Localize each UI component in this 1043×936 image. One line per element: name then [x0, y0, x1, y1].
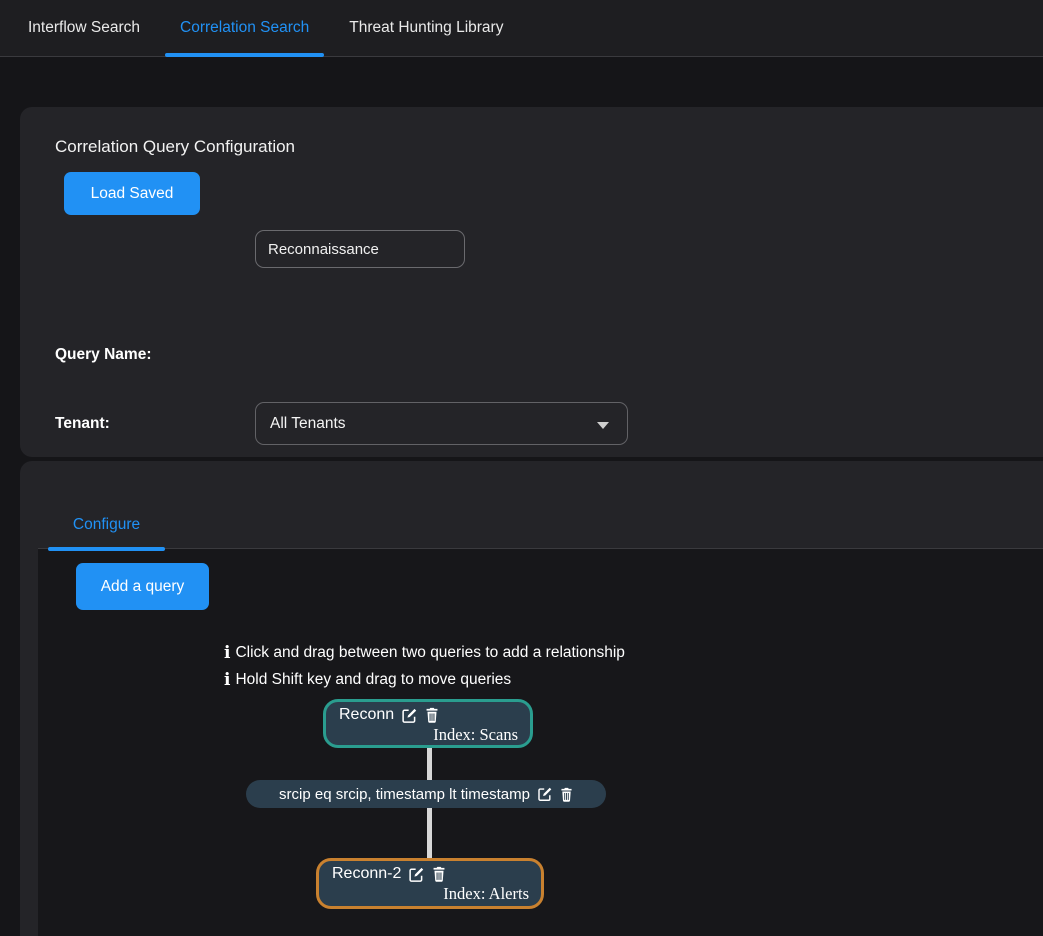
configure-panel: Configure Add a query i Click and drag b…	[20, 461, 1043, 936]
info-icon: i	[224, 672, 230, 689]
hint-text: Click and drag between two queries to ad…	[235, 644, 624, 662]
query-graph-canvas[interactable]: Reconn Index: Scans srcip eq srcip, time…	[38, 699, 1043, 936]
relationship-pill[interactable]: srcip eq srcip, timestamp lt timestamp	[246, 780, 606, 808]
query-name-label: Query Name:	[55, 346, 151, 364]
relationship-label: srcip eq srcip, timestamp lt timestamp	[279, 786, 530, 803]
tab-configure[interactable]: Configure	[48, 501, 165, 548]
hint-text: Hold Shift key and drag to move queries	[235, 671, 511, 689]
trash-icon[interactable]	[432, 866, 446, 882]
top-nav: Interflow Search Correlation Search Thre…	[0, 0, 1043, 57]
trash-icon[interactable]	[560, 787, 573, 802]
trash-icon[interactable]	[425, 707, 439, 723]
panel-title: Correlation Query Configuration	[55, 137, 295, 157]
query-node-index: Index: Alerts	[332, 884, 531, 904]
tenant-select[interactable]: All Tenants	[255, 402, 628, 445]
add-query-button[interactable]: Add a query	[76, 563, 209, 610]
query-name-input[interactable]	[255, 230, 465, 268]
query-node-title: Reconn-2	[332, 865, 401, 883]
tenant-label: Tenant:	[55, 415, 110, 433]
edit-icon[interactable]	[537, 786, 553, 802]
query-node-title: Reconn	[339, 706, 394, 724]
caret-down-icon	[597, 422, 609, 429]
load-saved-button[interactable]: Load Saved	[64, 172, 200, 215]
correlation-search-page: Interflow Search Correlation Search Thre…	[0, 0, 1043, 936]
tab-interflow-search[interactable]: Interflow Search	[8, 0, 160, 56]
query-node-reconn[interactable]: Reconn Index: Scans	[323, 699, 533, 748]
hint-move: i Hold Shift key and drag to move querie…	[224, 671, 511, 689]
tab-correlation-search[interactable]: Correlation Search	[160, 0, 329, 56]
tenant-select-value: All Tenants	[270, 415, 346, 433]
info-icon: i	[224, 645, 230, 662]
correlation-query-configuration-panel: Correlation Query Configuration Load Sav…	[20, 107, 1043, 457]
configure-content: Add a query i Click and drag between two…	[38, 549, 1043, 936]
tab-threat-hunting-library[interactable]: Threat Hunting Library	[329, 0, 523, 56]
hint-relationship: i Click and drag between two queries to …	[224, 644, 625, 662]
query-node-index: Index: Scans	[339, 725, 520, 745]
edit-icon[interactable]	[408, 866, 425, 883]
query-node-reconn-2[interactable]: Reconn-2 Index: Alerts	[316, 858, 544, 909]
edit-icon[interactable]	[401, 707, 418, 724]
